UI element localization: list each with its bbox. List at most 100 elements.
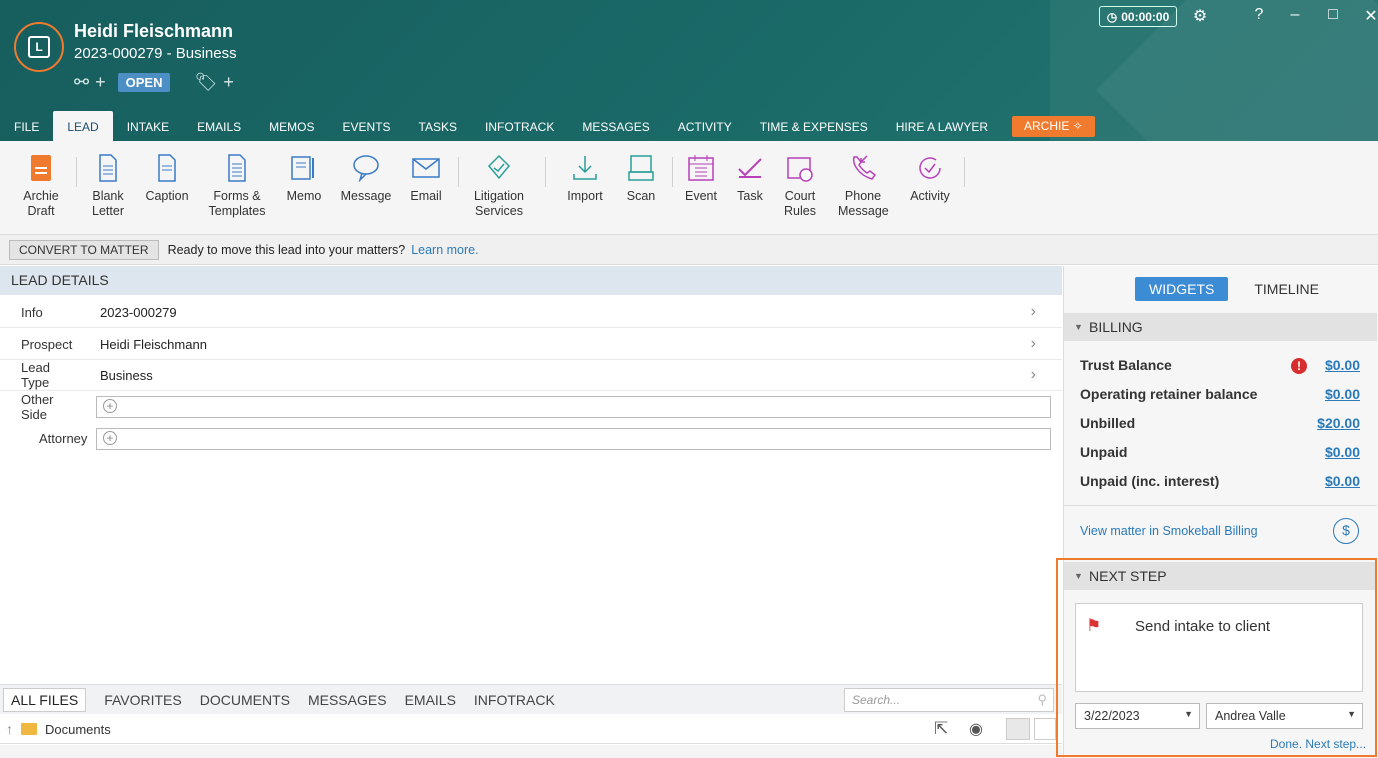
tab-file-infotrack[interactable]: INFOTRACK	[474, 692, 555, 708]
tab-documents[interactable]: DOCUMENTS	[200, 692, 290, 708]
maximize-icon[interactable]: □	[1322, 6, 1344, 24]
archie-draft-button[interactable]: Archie Draft	[20, 153, 62, 219]
add-relationship-icon[interactable]: +	[95, 72, 106, 93]
forms-templates-button[interactable]: Forms & Templates	[208, 153, 266, 219]
court-rules-button[interactable]: Court Rules	[778, 153, 822, 219]
prospect-row[interactable]: Prospect Heidi Fleischmann ›	[0, 329, 1062, 360]
import-button[interactable]: Import	[562, 153, 608, 204]
assignee-dropdown[interactable]: Andrea Valle ▼	[1206, 703, 1363, 729]
tab-messages[interactable]: MESSAGES	[568, 111, 663, 141]
tab-timeline[interactable]: TIMELINE	[1240, 277, 1333, 301]
info-row[interactable]: Info 2023-000279 ›	[0, 297, 1062, 328]
ribbon-separator	[545, 157, 546, 187]
gear-icon[interactable]: ⚙	[1189, 6, 1211, 26]
folder-breadcrumb: ↑ Documents ⇱ ◉	[0, 715, 1062, 744]
add-circle-icon[interactable]: +	[103, 430, 117, 445]
up-arrow-icon[interactable]: ↑	[6, 721, 13, 737]
open-external-icon[interactable]: ⇱	[934, 719, 948, 739]
tab-all-files[interactable]: ALL FILES	[3, 687, 87, 712]
task-button[interactable]: Task	[732, 153, 768, 204]
tab-hire-a-lawyer[interactable]: HIRE A LAWYER	[882, 111, 1002, 141]
litigation-services-button[interactable]: Litigation Services	[470, 153, 528, 219]
activity-button[interactable]: Activity	[906, 153, 954, 204]
archie-draft-icon	[20, 153, 62, 183]
memo-button[interactable]: Memo	[284, 153, 324, 204]
litigation-services-label: Litigation Services	[473, 189, 525, 218]
add-tag-icon[interactable]: +	[223, 72, 234, 93]
minimize-icon[interactable]: –	[1284, 6, 1306, 24]
eye-icon[interactable]: ◉	[969, 719, 983, 739]
caption-button[interactable]: Caption	[144, 153, 190, 204]
archie-tab-label: ARCHIE	[1024, 119, 1070, 133]
scan-button[interactable]: Scan	[622, 153, 660, 204]
message-label: Message	[340, 189, 392, 203]
phone-message-button[interactable]: Phone Message	[838, 153, 889, 219]
matter-number-type: 2023-000279 - Business	[74, 45, 237, 62]
status-badge[interactable]: OPEN	[117, 73, 171, 92]
blank-letter-button[interactable]: Blank Letter	[88, 153, 128, 219]
tab-widgets[interactable]: WIDGETS	[1135, 277, 1229, 301]
add-circle-icon[interactable]: +	[103, 398, 117, 413]
lead-type-row[interactable]: Lead Type Business ›	[0, 360, 1062, 391]
tab-infotrack[interactable]: INFOTRACK	[471, 111, 568, 141]
tab-intake[interactable]: INTAKE	[113, 111, 183, 141]
timer-value: 00:00:00	[1121, 9, 1170, 24]
tab-activity[interactable]: ACTIVITY	[664, 111, 746, 141]
done-next-step-link[interactable]: Done. Next step...	[1270, 737, 1366, 751]
lead-details-title: LEAD DETAILS	[0, 266, 1062, 295]
folder-icon	[21, 723, 37, 735]
tab-tasks[interactable]: TASKS	[405, 111, 471, 141]
folder-view-icon[interactable]	[1006, 718, 1030, 740]
tab-file-emails[interactable]: EMAILS	[405, 692, 456, 708]
file-search-input[interactable]: Search... ⚲	[844, 688, 1054, 712]
tab-memos[interactable]: MEMOS	[255, 111, 328, 141]
relationship-icon[interactable]: ⚯	[74, 72, 89, 93]
tab-file[interactable]: FILE	[0, 111, 53, 141]
timer-button[interactable]: ◷ 00:00:00	[1099, 6, 1177, 27]
task-text[interactable]: Send intake to client	[1135, 618, 1270, 635]
tab-archie[interactable]: ARCHIE ✧	[1012, 116, 1095, 137]
billing-row-amount[interactable]: $0.00	[1325, 357, 1360, 373]
billing-row-amount[interactable]: $0.00	[1325, 386, 1360, 402]
matter-folder-icon: L	[14, 22, 64, 72]
next-step-task[interactable]: ⚑ Send intake to client	[1075, 603, 1363, 692]
tag-icon[interactable]: 🏷	[194, 72, 217, 93]
chevron-right-icon[interactable]: ›	[1031, 303, 1036, 321]
folder-name[interactable]: Documents	[45, 722, 111, 737]
convert-bar: CONVERT TO MATTER Ready to move this lea…	[0, 235, 1378, 265]
list-view-icon[interactable]	[1034, 718, 1056, 740]
learn-more-link[interactable]: Learn more.	[411, 243, 478, 257]
close-icon[interactable]: ✕	[1360, 6, 1378, 26]
tab-lead[interactable]: LEAD	[53, 111, 113, 141]
view-billing-link[interactable]: View matter in Smokeball Billing	[1080, 524, 1258, 538]
tab-emails[interactable]: EMAILS	[183, 111, 255, 141]
ribbon-separator	[76, 157, 77, 187]
message-button[interactable]: Message	[340, 153, 392, 204]
billing-row-label: Unpaid (inc. interest)	[1080, 473, 1220, 489]
event-button[interactable]: Event	[682, 153, 720, 204]
scan-label: Scan	[626, 189, 656, 203]
billing-row-label: Trust Balance	[1080, 357, 1172, 373]
due-date-dropdown[interactable]: 3/22/2023 ▼	[1075, 703, 1200, 729]
search-icon[interactable]: ⚲	[1037, 692, 1047, 708]
billing-section-header[interactable]: ▼ BILLING	[1064, 313, 1377, 341]
message-icon	[340, 153, 392, 183]
chevron-right-icon[interactable]: ›	[1031, 366, 1036, 384]
chevron-right-icon[interactable]: ›	[1031, 335, 1036, 353]
billing-row-amount[interactable]: $0.00	[1325, 473, 1360, 489]
dollar-circle-icon[interactable]: $	[1333, 518, 1359, 544]
tab-events[interactable]: EVENTS	[329, 111, 405, 141]
billing-row-amount[interactable]: $0.00	[1325, 444, 1360, 460]
phone-message-label: Phone Message	[838, 189, 889, 218]
convert-to-matter-button[interactable]: CONVERT TO MATTER	[9, 239, 159, 260]
email-button[interactable]: Email	[406, 153, 446, 204]
help-icon[interactable]: ?	[1248, 6, 1270, 24]
other-side-field[interactable]: +	[96, 395, 1051, 418]
tab-favorites[interactable]: FAVORITES	[104, 692, 182, 708]
attorney-field[interactable]: +	[96, 427, 1051, 450]
billing-row-amount[interactable]: $20.00	[1317, 415, 1360, 431]
litigation-services-icon	[470, 153, 528, 183]
tab-file-messages[interactable]: MESSAGES	[308, 692, 387, 708]
tab-time-expenses[interactable]: TIME & EXPENSES	[746, 111, 882, 141]
chevron-down-icon: ▼	[1347, 709, 1356, 719]
